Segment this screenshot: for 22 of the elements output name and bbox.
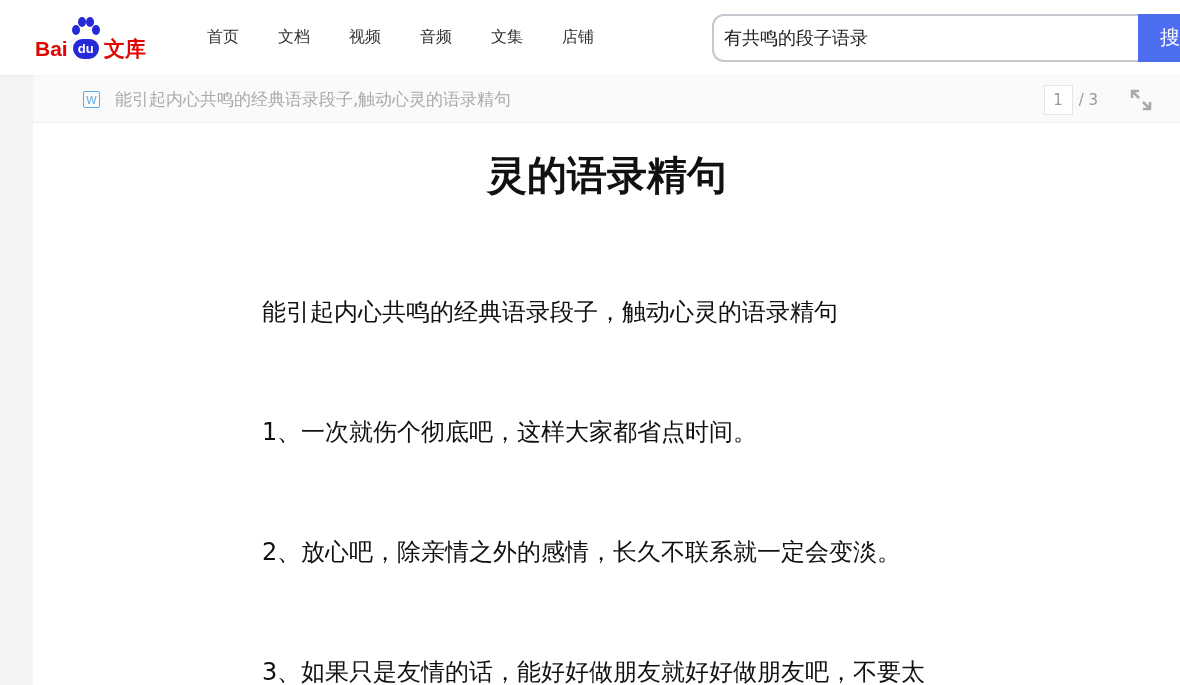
fullscreen-button[interactable] <box>1130 88 1152 111</box>
nav-link[interactable]: 首页 <box>207 27 239 48</box>
document-paragraph: 2、放心吧，除亲情之外的感情，长久不联系就一定会变淡。 <box>262 537 903 568</box>
logo-text: Bai <box>35 37 68 59</box>
nav-link[interactable]: 店铺 <box>562 27 594 48</box>
logo-text: 文库 <box>103 37 146 59</box>
document-title: 能引起内心共鸣的经典语录段子,触动心灵的语录精句 <box>115 88 512 111</box>
word-file-icon: W <box>83 91 100 108</box>
document-heading: 灵的语录精句 <box>485 151 728 200</box>
nav-link[interactable]: 音频 <box>420 27 452 48</box>
nav-link[interactable]: 视频 <box>349 27 381 48</box>
search-field[interactable]: 有共鸣的段子语录 <box>712 13 1138 62</box>
nav-link[interactable]: 文集 <box>491 27 523 48</box>
expand-icon <box>1130 88 1152 111</box>
logo[interactable]: Bai du 文库 <box>35 16 157 59</box>
page-count: / 3 <box>1078 90 1098 109</box>
search-button[interactable]: 搜 <box>1138 13 1180 62</box>
document-paragraph: 能引起内心共鸣的经典语录段子，触动心灵的语录精句 <box>262 297 839 328</box>
document-paragraph: 3、如果只是友情的话，能好好做朋友就好好做朋友吧，不要太 <box>262 657 927 685</box>
document-paragraph: 1、一次就伤个彻底吧，这样大家都省点时间。 <box>262 417 759 448</box>
nav-link[interactable]: 文档 <box>278 27 310 48</box>
logo-text: du <box>72 38 99 59</box>
